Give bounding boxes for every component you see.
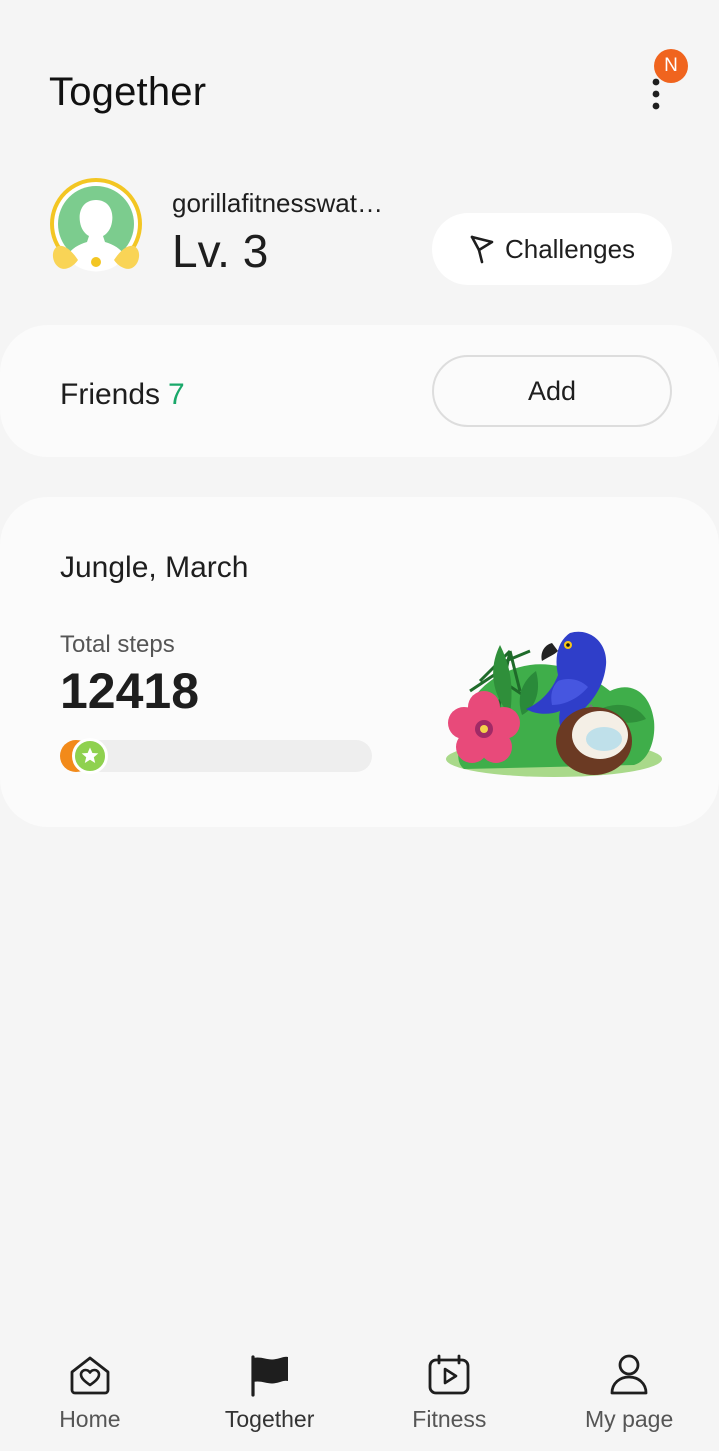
event-card[interactable]: Jungle, March Total steps 12418	[0, 497, 719, 827]
nav-home-label: Home	[59, 1406, 121, 1432]
nav-home[interactable]: Home	[0, 1340, 180, 1451]
friends-label: Friends	[60, 378, 161, 411]
home-heart-icon	[67, 1352, 113, 1398]
notification-badge: N	[654, 49, 688, 83]
username: gorillafitnesswat…	[172, 188, 383, 218]
page-title: Together	[49, 70, 207, 114]
steps-progress-bar	[60, 738, 372, 774]
friends-card[interactable]: Friends 7 Add	[0, 325, 719, 457]
more-vertical-icon	[652, 78, 660, 110]
total-steps-label: Total steps	[60, 631, 175, 658]
user-level: Lv. 3	[172, 225, 269, 277]
nav-my-page[interactable]: My page	[539, 1340, 719, 1451]
add-label: Add	[527, 375, 577, 406]
nav-fitness[interactable]: Fitness	[360, 1340, 540, 1451]
nav-together-label: Together	[224, 1406, 315, 1432]
nav-together[interactable]: Together	[180, 1340, 360, 1451]
bottom-navigation: Home Together Fitness My page	[0, 1340, 719, 1451]
event-title: Jungle, March	[60, 551, 249, 584]
challenges-label: Challenges	[504, 233, 636, 264]
add-friend-button[interactable]: Add	[432, 355, 672, 427]
nav-my-page-label: My page	[585, 1406, 674, 1432]
jungle-parrot-illustration	[446, 631, 662, 777]
challenges-button[interactable]: Challenges	[432, 213, 672, 285]
nav-fitness-label: Fitness	[412, 1406, 487, 1432]
friends-count: 7	[168, 378, 185, 411]
calendar-play-icon	[426, 1352, 472, 1398]
total-steps-value: 12418	[60, 663, 200, 719]
star-badge-icon	[72, 738, 108, 774]
friends-label-row: Friends 7	[60, 378, 185, 412]
pennant-flag-icon	[470, 235, 494, 264]
together-screen: Together N gorillafitnesswat… Lv. 3 Chal…	[0, 0, 719, 1451]
person-icon	[606, 1352, 652, 1398]
flag-icon	[247, 1352, 293, 1398]
avatar[interactable]	[44, 176, 150, 286]
